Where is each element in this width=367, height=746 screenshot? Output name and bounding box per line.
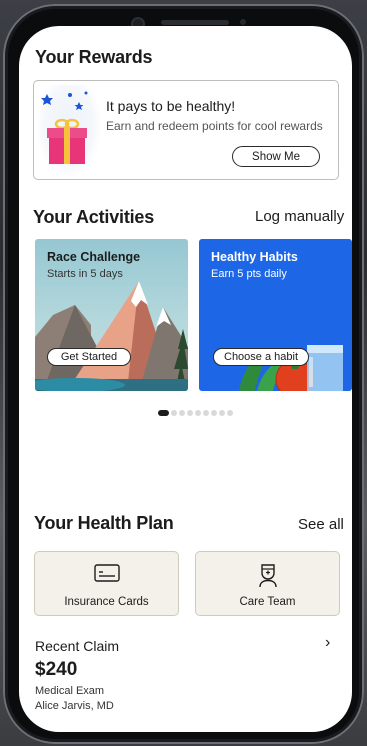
pager-dot[interactable]	[203, 410, 209, 416]
claim-amount: $240	[35, 659, 78, 680]
care-team-tile[interactable]: Care Team	[195, 551, 340, 616]
get-started-button[interactable]: Get Started	[47, 348, 131, 366]
race-challenge-card[interactable]: Race Challenge Starts in 5 days Get Star…	[35, 239, 188, 391]
rewards-illustration	[38, 85, 100, 175]
sensor-dot	[240, 19, 246, 25]
healthy-habits-card[interactable]: Healthy Habits Earn 5 pts daily Choose a…	[199, 239, 352, 391]
pager-dot[interactable]	[219, 410, 225, 416]
rewards-card[interactable]: It pays to be healthy! Earn and redeem p…	[33, 80, 339, 180]
health-plan-heading: Your Health Plan	[34, 513, 174, 533]
care-team-label: Care Team	[239, 596, 296, 608]
pager-dot[interactable]	[195, 410, 201, 416]
pager-dot[interactable]	[171, 410, 177, 416]
pager-dot[interactable]	[187, 410, 193, 416]
rewards-card-title: It pays to be healthy!	[106, 98, 236, 114]
rewards-heading: Your Rewards	[35, 47, 153, 67]
phone-frame: Your Rewards It pays to be healthy! Earn…	[3, 4, 364, 744]
pager-dot[interactable]	[227, 410, 233, 416]
choose-habit-button[interactable]: Choose a habit	[213, 348, 309, 366]
race-challenge-title: Race Challenge	[47, 250, 141, 264]
rewards-card-subtitle: Earn and redeem points for cool rewards	[106, 119, 323, 133]
activities-heading: Your Activities	[33, 207, 155, 227]
race-challenge-subtitle: Starts in 5 days	[47, 268, 123, 280]
log-manually-link[interactable]: Log manually	[255, 208, 344, 225]
healthy-habits-title: Healthy Habits	[211, 250, 298, 264]
recent-claim-label[interactable]: Recent Claim	[35, 638, 119, 654]
healthy-habits-subtitle: Earn 5 pts daily	[211, 268, 287, 280]
claim-type: Medical Exam	[35, 685, 105, 697]
show-me-button[interactable]: Show Me	[232, 146, 320, 167]
pager-dot[interactable]	[158, 410, 169, 416]
app-screen: Your Rewards It pays to be healthy! Earn…	[19, 26, 352, 732]
chevron-right-icon[interactable]: ›	[325, 634, 330, 652]
pager-dot[interactable]	[211, 410, 217, 416]
earpiece-speaker	[161, 20, 229, 25]
claim-provider: Alice Jarvis, MD	[35, 700, 114, 712]
gift-icon	[41, 91, 88, 164]
card-icon	[93, 564, 120, 582]
see-all-link[interactable]: See all	[298, 516, 344, 533]
doctor-icon	[258, 564, 277, 588]
insurance-cards-tile[interactable]: Insurance Cards	[34, 551, 179, 616]
insurance-cards-label: Insurance Cards	[64, 596, 149, 608]
pager-dot[interactable]	[179, 410, 185, 416]
